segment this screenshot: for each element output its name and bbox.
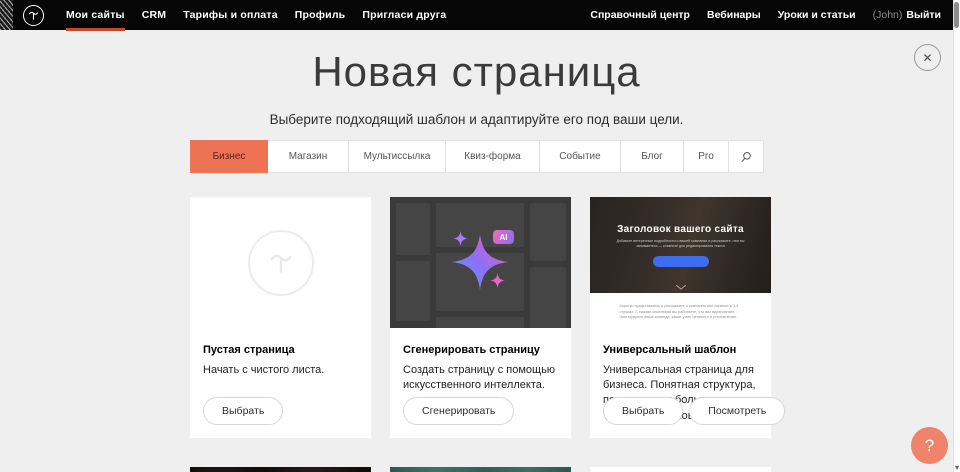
preview-subtext: Добавьте интересные подробности о вашей … — [610, 239, 752, 250]
tab-shop[interactable]: Магазин — [267, 140, 349, 173]
nav-item-my-sites[interactable]: Мои сайты — [66, 0, 125, 30]
user-name: (John) — [873, 9, 903, 21]
choose-universal-button[interactable]: Выбрать — [603, 397, 683, 425]
bg-tile — [396, 203, 430, 255]
preview-hero-section: Заголовок вашего сайта Добавьте интересн… — [590, 197, 771, 293]
tilda-new-page-screen: Мои сайты CRM Тарифы и оплата Профиль Пр… — [0, 0, 960, 472]
ai-badge: AI — [493, 230, 514, 244]
tilda-tilde-glyph — [264, 246, 298, 280]
tab-search[interactable] — [728, 140, 764, 173]
scrollbar-down-arrow-icon[interactable] — [955, 466, 959, 470]
template-card-partial-2[interactable] — [390, 467, 571, 472]
nav-item-lessons[interactable]: Уроки и статьи — [778, 0, 856, 30]
preview-cta-button — [653, 256, 709, 267]
topbar-nav-left: Мои сайты CRM Тарифы и оплата Профиль Пр… — [66, 0, 446, 30]
card-title: Пустая страница — [203, 344, 358, 356]
preview-heading: Заголовок вашего сайта — [590, 197, 771, 235]
preview-text-section: Коротко представьтесь и расскажите о ком… — [590, 293, 771, 328]
card-description: Начать с чистого листа. — [203, 363, 358, 378]
card-body: Пустая страница Начать с чистого листа. — [190, 328, 371, 378]
nav-item-crm[interactable]: CRM — [142, 0, 167, 30]
nav-item-tariffs[interactable]: Тарифы и оплата — [183, 0, 278, 30]
tab-pro[interactable]: Pro — [683, 140, 729, 173]
card-body: Сгенерировать страницу Создать страницу … — [390, 328, 571, 393]
card-description: Создать страницу с помощью искусственног… — [403, 363, 558, 393]
small-sparkle-icon — [490, 273, 505, 288]
chevron-down-icon — [676, 285, 686, 290]
scrollbar-track[interactable] — [953, 0, 960, 472]
preview-body-text: Коротко представьтесь и расскажите о ком… — [620, 304, 742, 321]
nav-item-profile[interactable]: Профиль — [295, 0, 346, 30]
nav-item-invite-friend[interactable]: Пригласи друга — [362, 0, 446, 30]
card-title: Универсальный шаблон — [603, 344, 758, 356]
tilda-logo-icon[interactable] — [23, 5, 44, 26]
nav-item-help-center[interactable]: Справочный центр — [590, 0, 690, 30]
tab-blog[interactable]: Блог — [620, 140, 684, 173]
page-title: Новая страница — [0, 48, 953, 96]
template-card-blank-page: Пустая страница Начать с чистого листа. … — [190, 197, 371, 438]
help-button[interactable]: ? — [911, 427, 948, 464]
tab-event[interactable]: Событие — [539, 140, 621, 173]
view-universal-button[interactable]: Посмотреть — [689, 397, 785, 425]
card-actions: Сгенерировать — [403, 397, 514, 425]
choose-blank-button[interactable]: Выбрать — [203, 397, 283, 425]
logout-link[interactable]: (John)Выйти — [873, 0, 941, 30]
card-title: Сгенерировать страницу — [403, 344, 558, 356]
close-icon: ✕ — [922, 51, 932, 65]
logout-label: Выйти — [906, 9, 941, 21]
card-actions: Выбрать Посмотреть — [603, 397, 785, 425]
template-card-ai-generate: AI Сгенерировать страницу Создать страни… — [390, 197, 571, 438]
template-card-universal: Заголовок вашего сайта Добавьте интересн… — [590, 197, 771, 438]
bg-tile — [530, 203, 566, 261]
topbar-nav-right: Справочный центр Вебинары Уроки и статьи… — [590, 0, 953, 30]
card-actions: Выбрать — [203, 397, 283, 425]
top-navigation-bar: Мои сайты CRM Тарифы и оплата Профиль Пр… — [0, 0, 953, 30]
zigzag-pattern-strip — [0, 0, 13, 30]
question-icon: ? — [925, 436, 934, 456]
tab-business[interactable]: Бизнес — [190, 140, 268, 173]
nav-item-webinars[interactable]: Вебинары — [707, 0, 761, 30]
bg-tile — [396, 261, 430, 321]
tilda-tilde-glyph — [26, 8, 41, 23]
template-card-partial-3[interactable] — [590, 467, 771, 472]
page-subtitle: Выберите подходящий шаблон и адаптируйте… — [0, 112, 953, 127]
bg-tile — [530, 267, 566, 328]
universal-template-preview: Заголовок вашего сайта Добавьте интересн… — [590, 197, 771, 328]
small-sparkle-icon — [453, 231, 468, 246]
scrollbar-thumb[interactable] — [954, 2, 959, 28]
ai-generate-preview: AI — [390, 197, 571, 328]
close-button[interactable]: ✕ — [914, 44, 941, 71]
generate-button[interactable]: Сгенерировать — [403, 397, 514, 425]
template-card-partial-1[interactable] — [190, 467, 371, 472]
tab-multilink[interactable]: Мультиссылка — [348, 140, 446, 173]
tab-quiz-form[interactable]: Квиз-форма — [445, 140, 540, 173]
search-icon — [740, 151, 752, 163]
blank-page-preview — [190, 197, 371, 328]
template-category-tabs: Бизнес Магазин Мультиссылка Квиз-форма С… — [190, 140, 764, 173]
bg-tile — [436, 317, 524, 328]
tilda-watermark-icon — [248, 230, 314, 296]
